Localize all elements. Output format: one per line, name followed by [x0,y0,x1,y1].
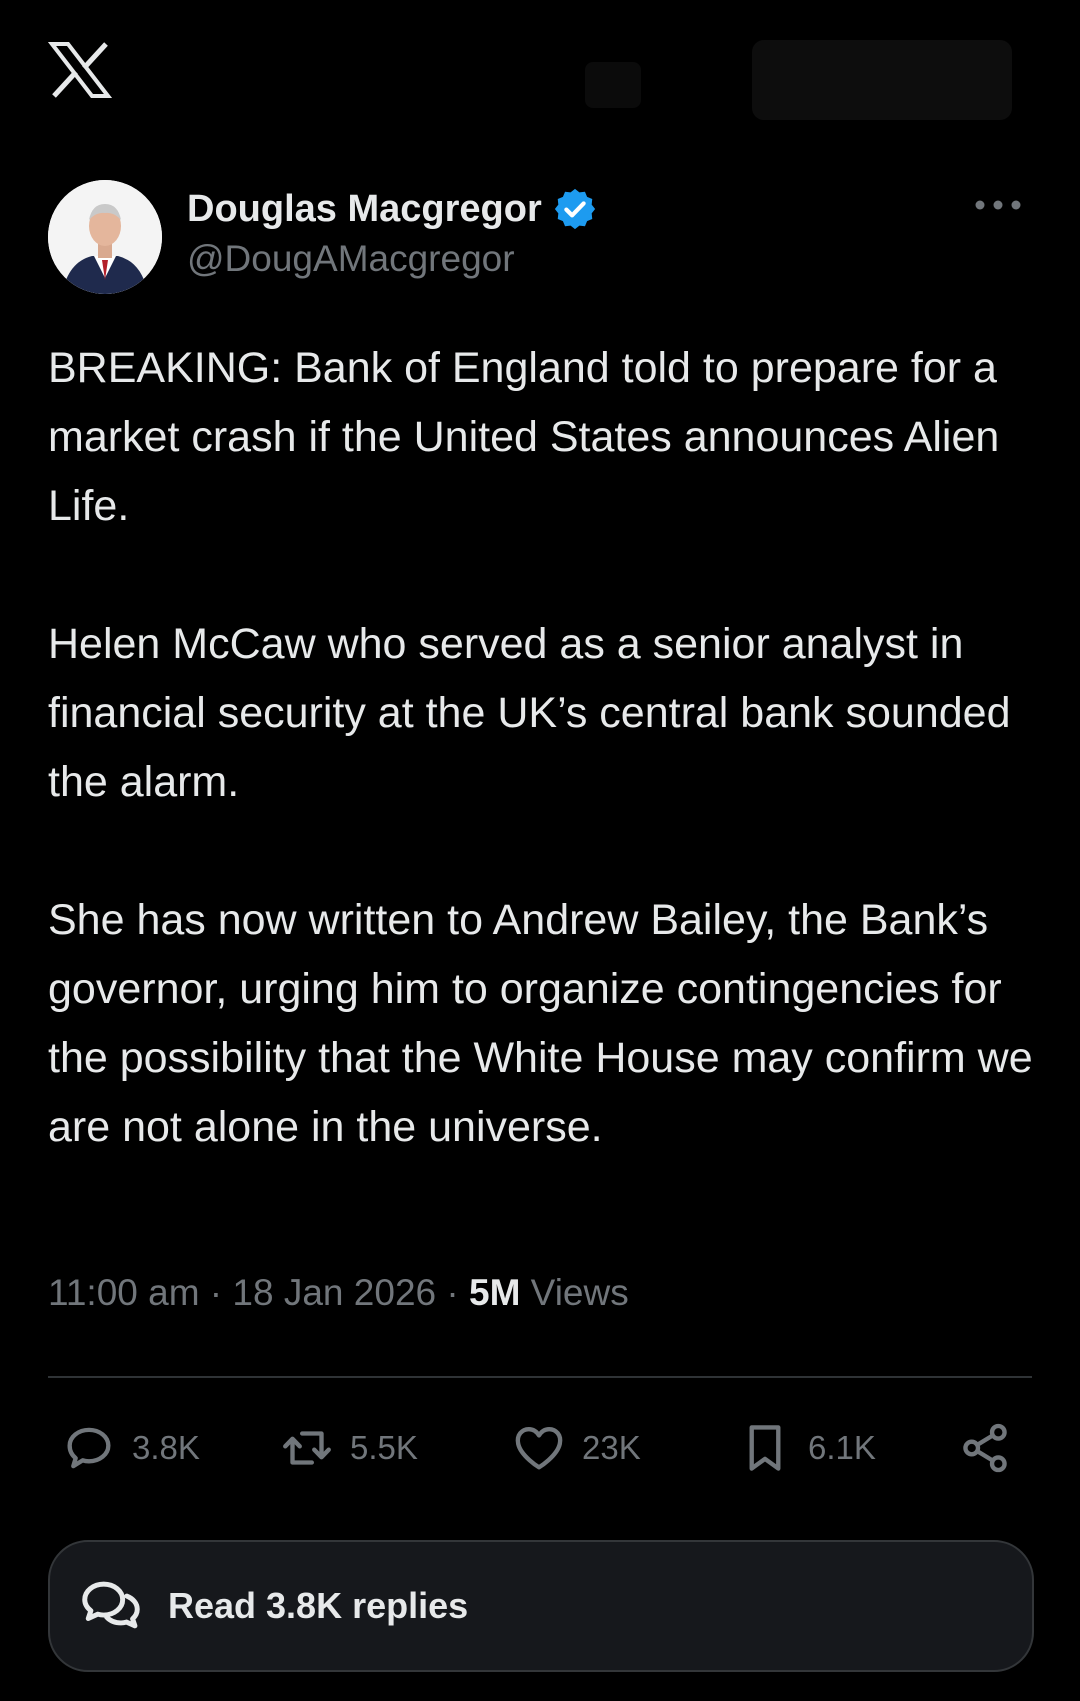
blurred-region [585,62,641,108]
tweet-metadata: 11:00 am · 18 Jan 2026 · 5M Views [48,1272,629,1314]
avatar[interactable] [48,180,162,294]
repost-icon [283,1431,331,1465]
tweet-paragraph: Helen McCaw who served as a senior analy… [48,620,1011,806]
tweet-date[interactable]: 18 Jan 2026 [232,1272,436,1314]
views-label[interactable]: Views [520,1272,629,1314]
tweet-paragraph: She has now written to Andrew Bailey, th… [48,896,1033,1151]
blurred-region [752,40,1012,120]
action-bar: 3.8K 5.5K 23K 6.1K [48,1412,1032,1484]
read-replies-button[interactable]: Read 3.8K replies [48,1540,1034,1672]
like-button[interactable]: 23K [510,1412,641,1484]
bookmark-button[interactable]: 6.1K [736,1412,876,1484]
reply-button[interactable]: 3.8K [60,1412,200,1484]
tweet-text: BREAKING: Bank of England told to prepar… [48,334,1038,1162]
like-count: 23K [582,1429,641,1466]
read-replies-label: Read 3.8K replies [168,1585,469,1626]
views-count[interactable]: 5M [469,1272,520,1314]
author-display-name[interactable]: Douglas Macgregor [187,188,542,231]
bookmark-icon [749,1425,781,1471]
share-button[interactable] [956,1412,1028,1484]
meta-separator: · [199,1272,233,1313]
author-handle[interactable]: @DougAMacgregor [187,238,515,280]
tweet-header: Douglas Macgregor @DougAMacgregor [48,178,1032,298]
replies-bubble-icon [82,1581,140,1629]
tweet-time[interactable]: 11:00 am [48,1272,200,1314]
heart-icon [515,1426,563,1470]
reply-icon [67,1427,111,1469]
repost-button[interactable]: 5.5K [278,1412,418,1484]
verified-badge-icon[interactable] [552,186,598,232]
x-logo-icon[interactable] [48,40,112,100]
bookmark-count: 6.1K [808,1429,876,1466]
meta-separator: · [436,1272,469,1313]
more-options-icon[interactable] [970,190,1026,220]
divider [48,1376,1032,1378]
repost-count: 5.5K [350,1429,418,1466]
reply-count: 3.8K [132,1429,200,1466]
share-icon [963,1423,1007,1473]
tweet-paragraph: BREAKING: Bank of England told to prepar… [48,344,1000,530]
